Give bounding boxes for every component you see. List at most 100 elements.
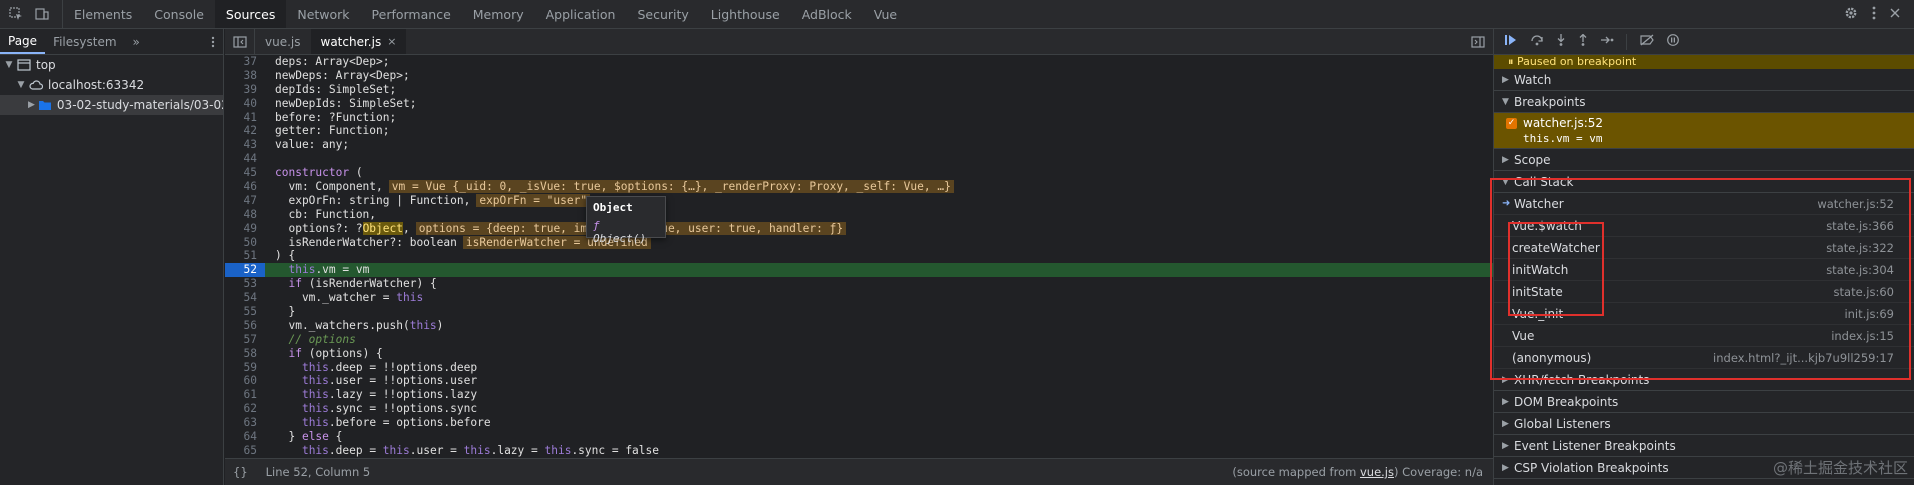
tab-lighthouse[interactable]: Lighthouse <box>700 0 791 28</box>
code-line[interactable]: 55 } <box>225 305 1493 319</box>
code-line[interactable]: 43 value: any; <box>225 138 1493 152</box>
line-number[interactable]: 50 <box>225 236 265 250</box>
code-line[interactable]: 59 this.deep = !!options.deep <box>225 361 1493 375</box>
frame-location[interactable]: state.js:304 <box>1826 263 1894 277</box>
line-number[interactable]: 62 <box>225 402 265 416</box>
section-breakpoints[interactable]: ▼ Breakpoints <box>1494 91 1914 113</box>
section-collapsed[interactable]: ▶ XHR/fetch Breakpoints <box>1494 369 1914 391</box>
code-line[interactable]: 53 if (isRenderWatcher) { <box>225 277 1493 291</box>
pretty-print-button[interactable]: {} <box>233 465 248 479</box>
code-line[interactable]: 41 before: ?Function; <box>225 111 1493 125</box>
mapped-source-link[interactable]: vue.js <box>1360 465 1394 479</box>
code-line[interactable]: 60 this.user = !!options.user <box>225 374 1493 388</box>
line-number[interactable]: 45 <box>225 166 265 180</box>
breakpoint-checkbox[interactable]: ✓ <box>1506 117 1517 129</box>
code-line[interactable]: 49 options?: ?Object, options = {deep: tr… <box>225 221 1493 236</box>
line-number[interactable]: 55 <box>225 305 265 319</box>
call-frame[interactable]: Vue._init init.js:69 <box>1494 303 1914 325</box>
code-line[interactable]: 42 getter: Function; <box>225 124 1493 138</box>
line-number[interactable]: 59 <box>225 361 265 375</box>
code-line[interactable]: 48 cb: Function, <box>225 208 1493 222</box>
tab-sources[interactable]: Sources <box>214 0 287 28</box>
close-tab-icon[interactable]: × <box>387 35 396 48</box>
frame-location[interactable]: watcher.js:52 <box>1817 197 1894 211</box>
collapse-arrow-icon[interactable]: ▶ <box>28 100 35 110</box>
line-number[interactable]: 60 <box>225 374 265 388</box>
line-number[interactable]: 37 <box>225 55 265 69</box>
more-options-icon[interactable] <box>1872 6 1876 23</box>
frame-location[interactable]: index.js:15 <box>1831 329 1894 343</box>
step-icon[interactable] <box>1600 34 1614 49</box>
call-frame[interactable]: (anonymous) index.html?_ijt...kjb7u9ll259… <box>1494 347 1914 369</box>
section-collapsed[interactable]: ▶ DOM Breakpoints <box>1494 391 1914 413</box>
line-number[interactable]: 61 <box>225 388 265 402</box>
toggle-navigator-icon[interactable] <box>225 29 255 54</box>
settings-gear-icon[interactable] <box>1844 6 1858 23</box>
code-line[interactable]: 38 newDeps: Array<Dep>; <box>225 69 1493 83</box>
frame-location[interactable]: init.js:69 <box>1844 307 1894 321</box>
line-number[interactable]: 65 <box>225 444 265 458</box>
line-number[interactable]: 58 <box>225 347 265 361</box>
code-line[interactable]: 46 vm: Component, vm = Vue {_uid: 0, _isV… <box>225 180 1493 194</box>
resume-icon[interactable] <box>1504 34 1518 49</box>
code-line[interactable]: 58 if (options) { <box>225 347 1493 361</box>
expand-arrow-icon[interactable]: ▼ <box>4 60 14 70</box>
code-line[interactable]: 63 this.before = options.before <box>225 416 1493 430</box>
line-number[interactable]: 56 <box>225 319 265 333</box>
pause-on-exceptions-icon[interactable] <box>1667 34 1679 49</box>
frame-location[interactable]: state.js:60 <box>1834 285 1894 299</box>
code-line[interactable]: 44 <box>225 152 1493 166</box>
inspect-element-icon[interactable] <box>8 6 24 22</box>
line-number[interactable]: 64 <box>225 430 265 444</box>
tab-security[interactable]: Security <box>626 0 699 28</box>
navigator-menu-icon[interactable] <box>203 29 223 54</box>
line-number[interactable]: 52 <box>225 263 265 278</box>
tab-watcher-js[interactable]: watcher.js × <box>310 29 407 54</box>
code-line[interactable]: 64 } else { <box>225 430 1493 444</box>
line-number[interactable]: 44 <box>225 152 265 166</box>
line-number[interactable]: 49 <box>225 222 265 236</box>
code-line[interactable]: 50 isRenderWatcher?: boolean isRenderWatc… <box>225 235 1493 250</box>
step-into-icon[interactable] <box>1556 34 1566 49</box>
frame-location[interactable]: state.js:366 <box>1826 219 1894 233</box>
device-toolbar-icon[interactable] <box>34 6 50 22</box>
call-frame[interactable]: createWatcher state.js:322 <box>1494 237 1914 259</box>
section-call-stack[interactable]: ▼ Call Stack <box>1494 171 1914 193</box>
step-over-icon[interactable] <box>1530 34 1544 49</box>
tree-item-study-materials[interactable]: ▶ 03-02-study-materials/03-02-c <box>0 95 223 115</box>
frame-location[interactable]: state.js:322 <box>1826 241 1894 255</box>
tree-item-localhost[interactable]: ▼ localhost:63342 <box>0 75 223 95</box>
code-line[interactable]: 51) { <box>225 249 1493 263</box>
tab-performance[interactable]: Performance <box>361 0 462 28</box>
code-line[interactable]: 62 this.sync = !!options.sync <box>225 402 1493 416</box>
code-line[interactable]: 56 vm._watchers.push(this) <box>225 319 1493 333</box>
tab-filesystem[interactable]: Filesystem <box>45 29 124 54</box>
code-line[interactable]: 65 this.deep = this.user = this.lazy = t… <box>225 444 1493 458</box>
line-number[interactable]: 47 <box>225 194 265 208</box>
deactivate-breakpoints-icon[interactable] <box>1639 34 1655 49</box>
tab-vue[interactable]: Vue <box>863 0 908 28</box>
tab-console[interactable]: Console <box>143 0 215 28</box>
tab-network[interactable]: Network <box>286 0 360 28</box>
section-scope[interactable]: ▶ Scope <box>1494 149 1914 171</box>
code-line[interactable]: 61 this.lazy = !!options.lazy <box>225 388 1493 402</box>
line-number[interactable]: 39 <box>225 83 265 97</box>
code-line[interactable]: 47 expOrFn: string | Function, expOrFn = … <box>225 193 1493 208</box>
code-line[interactable]: 45 constructor ( <box>225 166 1493 180</box>
line-number[interactable]: 40 <box>225 97 265 111</box>
line-number[interactable]: 57 <box>225 333 265 347</box>
code-line[interactable]: 57 // options <box>225 333 1493 347</box>
code-area[interactable]: 37 deps: Array<Dep>; 38 newDeps: Array<Dep>… <box>225 55 1493 458</box>
line-number[interactable]: 42 <box>225 124 265 138</box>
line-number[interactable]: 63 <box>225 416 265 430</box>
expand-arrow-icon[interactable]: ▼ <box>16 80 26 90</box>
code-line[interactable]: 37 deps: Array<Dep>; <box>225 55 1493 69</box>
line-number[interactable]: 46 <box>225 180 265 194</box>
tab-adblock[interactable]: AdBlock <box>791 0 863 28</box>
call-frame[interactable]: ➜ Watcher watcher.js:52 <box>1494 193 1914 215</box>
line-number[interactable]: 54 <box>225 291 265 305</box>
line-number[interactable]: 38 <box>225 69 265 83</box>
more-tabs-icon[interactable]: » <box>125 29 148 54</box>
tab-application[interactable]: Application <box>535 0 627 28</box>
toggle-debugger-icon[interactable] <box>1463 29 1493 54</box>
